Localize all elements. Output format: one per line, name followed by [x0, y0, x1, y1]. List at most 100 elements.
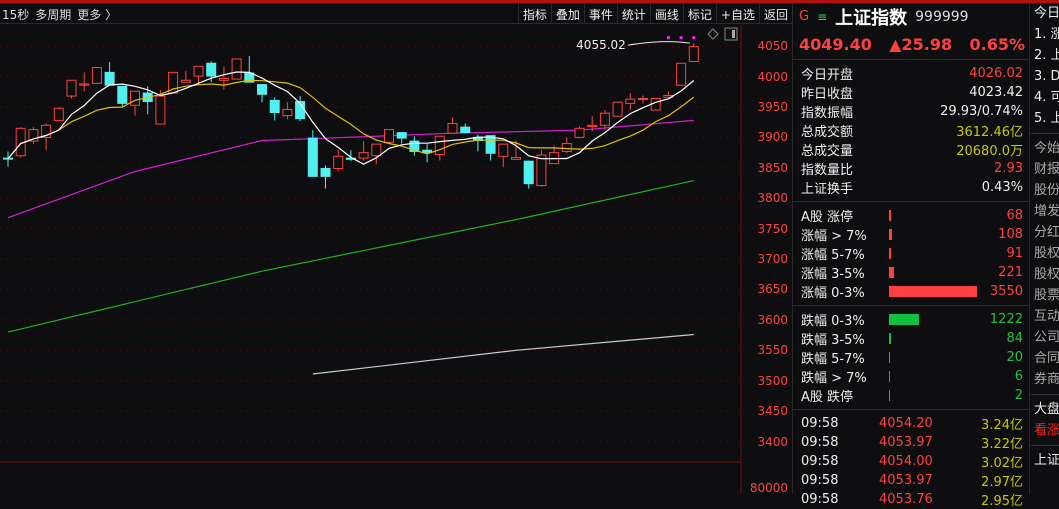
- news-item[interactable]: 大盘: [1031, 399, 1059, 420]
- breadth-label: A股 涨停: [801, 210, 854, 225]
- mark-button[interactable]: 标记: [682, 3, 716, 24]
- tick-amount: 3.02亿: [981, 456, 1023, 471]
- tick-time: 09:58: [801, 416, 839, 431]
- candle: [409, 136, 420, 156]
- news-item[interactable]: 股份: [1031, 180, 1059, 201]
- news-item[interactable]: 1. 涨: [1031, 24, 1059, 45]
- more-button[interactable]: 更多 〉: [77, 6, 117, 23]
- candle: [447, 117, 458, 134]
- breadth-count: 108: [998, 227, 1023, 242]
- news-item[interactable]: 4. 可: [1031, 87, 1059, 108]
- candle: [104, 62, 115, 86]
- tick-time: 09:58: [801, 454, 839, 469]
- event-button[interactable]: 事件: [583, 3, 617, 24]
- tick-amount: 3.22亿: [981, 437, 1023, 452]
- news-item[interactable]: 公司: [1031, 327, 1059, 348]
- news-item[interactable]: 财报: [1031, 159, 1059, 180]
- candle-body: [180, 79, 191, 83]
- g-icon[interactable]: G: [799, 9, 809, 24]
- menu-icon[interactable]: ≡: [817, 10, 827, 24]
- news-item[interactable]: 2. 上: [1031, 45, 1059, 66]
- candle-body: [307, 137, 318, 177]
- period-selector[interactable]: 15秒: [2, 6, 29, 23]
- signal-marker: [666, 36, 670, 40]
- breadth-row: 涨幅 5-7% 91: [793, 244, 1029, 263]
- tick-time: 09:58: [801, 492, 839, 507]
- candle-body: [523, 160, 534, 185]
- tick-list[interactable]: 09:58 4054.20 3.24亿 09:58 4053.97 3.22亿 09:58 4…: [793, 410, 1029, 509]
- breadth-bar: [889, 210, 891, 221]
- news-item[interactable]: 股权: [1031, 243, 1059, 264]
- breadth-label: 跌幅 0-3%: [801, 314, 865, 329]
- news-item[interactable]: 券商: [1031, 369, 1059, 390]
- multi-period-button[interactable]: 多周期: [35, 6, 71, 23]
- candle-body: [231, 58, 242, 80]
- tick-row: 09:58 4053.76 2.95亿: [793, 490, 1029, 509]
- tick-amount: 3.24亿: [981, 418, 1023, 433]
- candle: [523, 160, 534, 189]
- candle: [180, 71, 191, 83]
- candle-body: [117, 85, 128, 104]
- news-item[interactable]: 分红: [1031, 222, 1059, 243]
- back-button[interactable]: 返回: [758, 3, 792, 24]
- news-item[interactable]: 5. 上: [1031, 108, 1059, 129]
- breadth-row: A股 跌停 2: [793, 386, 1029, 405]
- breadth-bar: [889, 352, 890, 363]
- tick-price: 4054.20: [879, 416, 933, 431]
- overlay-button[interactable]: 叠加: [550, 3, 584, 24]
- diamond-icon[interactable]: [707, 28, 719, 40]
- candle: [574, 126, 585, 138]
- stat-row: 上证换手 0.43%: [793, 178, 1029, 197]
- chart-toolbar: 15秒 多周期 更多 〉 指标 叠加 事件 统计 画线 标记 +自选 返回: [0, 3, 792, 24]
- tick-row: 09:58 4053.97 2.97亿: [793, 471, 1029, 490]
- candle-body: [371, 143, 382, 157]
- news-item[interactable]: 3. D: [1031, 66, 1059, 87]
- stat-label: 指数振幅: [801, 106, 854, 121]
- candle-body: [688, 46, 699, 62]
- news-column[interactable]: 今日 1. 涨 2. 上 3. D 4. 可 5. 上今始 财报 股份 增发 分红 股权 股权 股票 互动…: [1031, 3, 1059, 494]
- candle: [282, 102, 293, 120]
- news-item[interactable]: 今日: [1031, 3, 1059, 24]
- news-item[interactable]: 看涨: [1031, 420, 1059, 441]
- news-item[interactable]: 今始: [1031, 138, 1059, 159]
- candle: [498, 143, 509, 168]
- candlestick-chart[interactable]: 4055.02: [0, 25, 742, 494]
- stat-label: 上证换手: [801, 182, 854, 197]
- news-item[interactable]: 增发: [1031, 201, 1059, 222]
- y-tick-label: 3900: [757, 130, 788, 145]
- candle-body: [561, 143, 572, 152]
- panel-toggle-icon-fill: [732, 30, 735, 38]
- news-item[interactable]: 股权: [1031, 264, 1059, 285]
- candle-body: [218, 77, 229, 81]
- news-item[interactable]: 股票: [1031, 285, 1059, 306]
- candle: [650, 98, 661, 111]
- breadth-row: 跌幅 3-5% 84: [793, 329, 1029, 348]
- stat-value: 3612.46亿: [956, 125, 1023, 140]
- draw-line-button[interactable]: 画线: [649, 3, 683, 24]
- news-item[interactable]: 上证: [1031, 450, 1059, 471]
- candle-body: [269, 99, 280, 114]
- candle-body: [282, 108, 293, 117]
- candle-body: [511, 157, 521, 160]
- add-watchlist-button[interactable]: +自选: [715, 3, 759, 24]
- panel-toggle-icon[interactable]: [724, 27, 738, 41]
- news-item[interactable]: 互动: [1031, 306, 1059, 327]
- statistics-button[interactable]: 统计: [616, 3, 650, 24]
- price-change: ▲25.98: [889, 35, 953, 54]
- y-tick-label: 3500: [757, 373, 788, 388]
- breadth-bar: [889, 229, 892, 240]
- candle-body: [358, 152, 369, 159]
- candle: [536, 149, 547, 187]
- news-item[interactable]: 合同: [1031, 348, 1059, 369]
- stat-value: 2.93: [994, 161, 1023, 176]
- breadth-row: 跌幅 5-7% 20: [793, 348, 1029, 367]
- candle-body: [91, 67, 102, 84]
- candle: [231, 58, 242, 80]
- breadth-count: 91: [1006, 246, 1023, 261]
- signal-marker: [679, 36, 683, 40]
- candle: [638, 95, 648, 104]
- candle: [244, 55, 255, 83]
- indicator-button[interactable]: 指标: [517, 3, 551, 24]
- stat-label: 昨日收盘: [801, 87, 854, 102]
- candle: [676, 62, 687, 86]
